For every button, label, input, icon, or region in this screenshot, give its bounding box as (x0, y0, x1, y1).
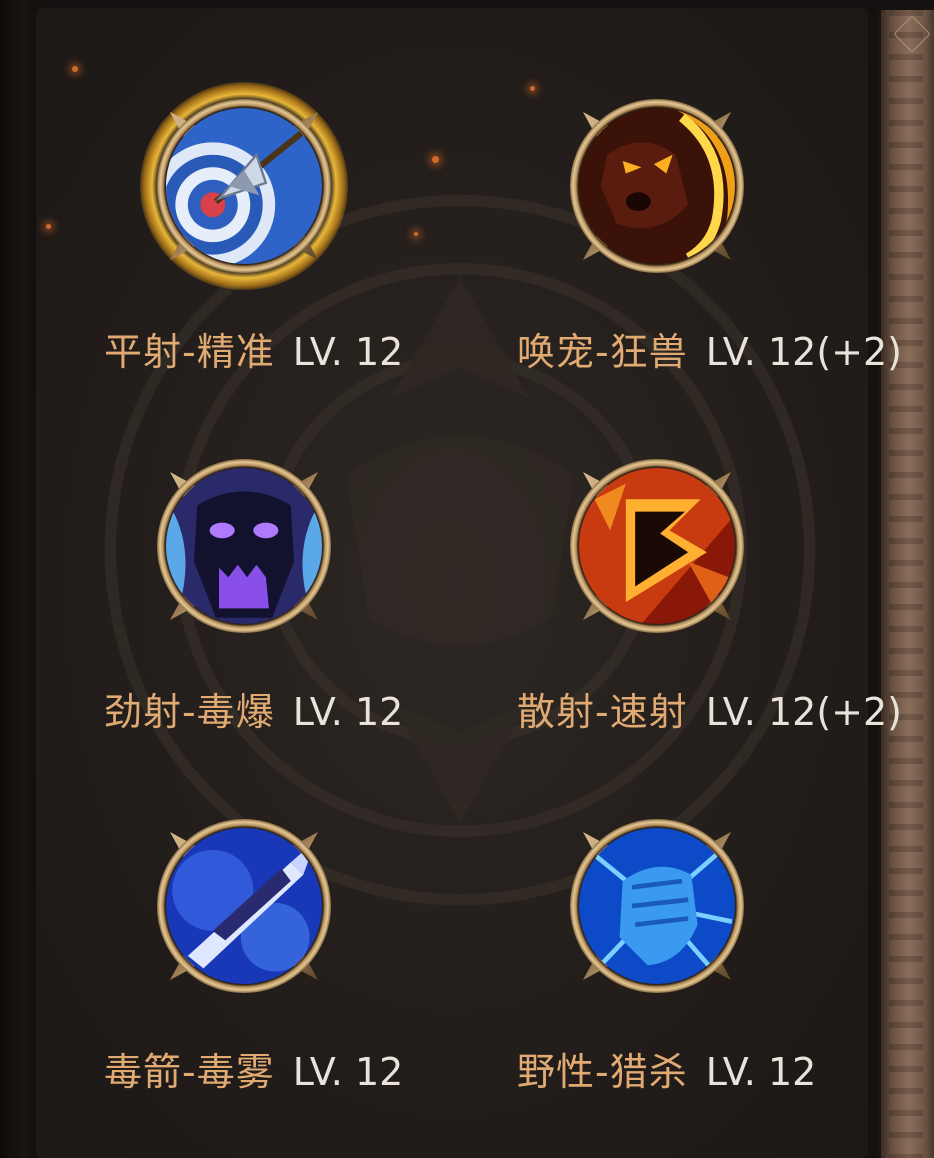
skill-name: 唤宠-狂兽 (517, 330, 688, 374)
skill-slot-1[interactable]: 平射-精准 LV. 12 (104, 82, 464, 396)
skill-name: 散射-速射 (517, 690, 688, 734)
ember-particle (530, 86, 535, 91)
skill-label: 野性-猎杀 LV. 12 (517, 1050, 816, 1094)
blue-fist-icon (579, 828, 735, 984)
ember-particle (72, 66, 78, 72)
skill-level: LV. 12 (292, 690, 404, 734)
skill-icon-button[interactable] (140, 82, 348, 290)
ember-particle (46, 224, 51, 229)
target-arrow-icon (166, 108, 322, 264)
skill-slot-2[interactable]: 唤宠-狂兽 LV. 12(+2) (517, 96, 902, 396)
skill-slot-3[interactable]: 劲射-毒爆 LV. 12 (104, 456, 464, 756)
skill-label: 唤宠-狂兽 LV. 12(+2) (517, 330, 902, 374)
skill-slot-5[interactable]: 毒箭-毒雾 LV. 12 (104, 816, 464, 1116)
skill-level: LV. 12 (292, 1050, 404, 1094)
skill-label: 平射-精准 LV. 12 (104, 330, 403, 374)
skill-icon-button[interactable] (567, 96, 747, 276)
skill-label: 毒箭-毒雾 LV. 12 (104, 1050, 403, 1094)
poison-arrow-icon (166, 828, 322, 984)
left-edge (0, 0, 36, 1158)
skill-icon-button[interactable] (154, 816, 334, 996)
skill-level: LV. 12 (705, 1050, 817, 1094)
skill-label: 劲射-毒爆 LV. 12 (104, 690, 403, 734)
skill-icon-button[interactable] (567, 456, 747, 636)
skill-slot-4[interactable]: 散射-速射 LV. 12(+2) (517, 456, 902, 756)
skill-level: LV. 12(+2) (705, 330, 902, 374)
skill-icon-button[interactable] (567, 816, 747, 996)
right-frame-border (878, 10, 934, 1158)
skill-name: 劲射-毒爆 (104, 690, 275, 734)
fire-beast-icon (579, 108, 735, 264)
skill-label: 散射-速射 LV. 12(+2) (517, 690, 902, 734)
skill-level: LV. 12(+2) (705, 690, 902, 734)
skill-icon-button[interactable] (154, 456, 334, 636)
skill-name: 毒箭-毒雾 (104, 1050, 275, 1094)
skill-level: LV. 12 (292, 330, 404, 374)
skill-name: 平射-精准 (104, 330, 275, 374)
fire-arrow-icon (579, 468, 735, 624)
skill-name: 野性-猎杀 (517, 1050, 688, 1094)
skill-slot-6[interactable]: 野性-猎杀 LV. 12 (517, 816, 877, 1116)
purple-skull-icon (166, 468, 322, 624)
